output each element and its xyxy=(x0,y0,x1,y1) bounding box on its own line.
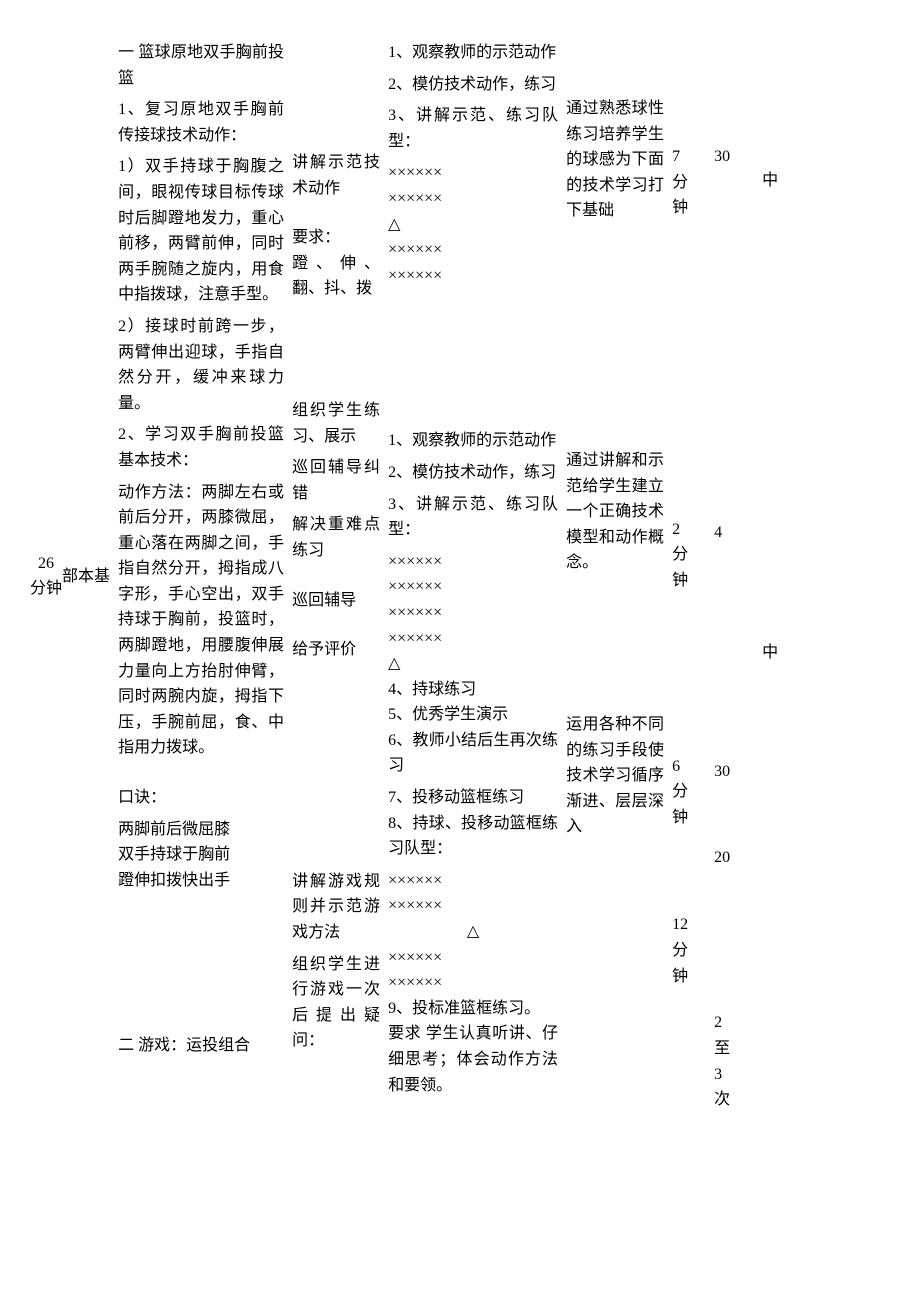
formation-row: ×××××× xyxy=(388,160,558,186)
teacher-6: 解决重难点练习 xyxy=(292,512,380,563)
formation-row: ×××××× xyxy=(388,893,558,919)
teacher-10: 组织学生进行游戏一次后提出疑问： xyxy=(292,952,380,1054)
level-column: 中 中 xyxy=(762,40,792,1113)
formation-triangle: △ xyxy=(388,212,558,238)
time-1: 7 分 钟 xyxy=(672,144,706,221)
formation-triangle: △ xyxy=(388,651,558,677)
count-1: 30 xyxy=(714,144,754,170)
student-12: 9、投标准篮框练习。 xyxy=(388,996,558,1022)
section-column: 基 本 部 26 分钟 xyxy=(30,40,110,1113)
student-1: 1、观察教师的示范动作 xyxy=(388,40,558,66)
formation-row: ×××××× xyxy=(388,263,558,289)
teacher-4: 组织学生练习、展示 xyxy=(292,398,380,449)
content-review-1a: 1）双手持球于胸腹之间，眼视传球目标传球时后脚蹬地发力，重心前移，两臂前伸，同时… xyxy=(118,154,284,308)
content-koujue-1: 两脚前后微屈膝 xyxy=(118,817,284,843)
formation-row: ×××××× xyxy=(388,237,558,263)
student-13: 要求 学生认真听讲、仔细思考；体会动作方法和要领。 xyxy=(388,1021,558,1098)
time-4: 12 分 钟 xyxy=(672,912,706,989)
content-learn-head: 2、学习双手胸前投篮基本技术： xyxy=(118,422,284,473)
content-koujue-head: 口诀： xyxy=(118,785,284,811)
time-column: 7 分 钟 2 分 钟 6 分 钟 12 分 钟 xyxy=(672,40,706,1113)
count-2: 4 xyxy=(714,520,754,546)
section-label-3: 部 xyxy=(62,564,78,590)
formation-row: ×××××× xyxy=(388,600,558,626)
formation-row: ×××××× xyxy=(388,626,558,652)
student-4: 1、观察教师的示范动作 xyxy=(388,428,558,454)
section-label-1: 基 xyxy=(94,564,110,590)
time-3: 6 分 钟 xyxy=(672,754,706,831)
content-title-1: 一 篮球原地双手胸前投篮 xyxy=(118,40,284,91)
count-5: 2 至 3 次 xyxy=(714,1010,754,1112)
student-8: 5、优秀学生演示 xyxy=(388,702,558,728)
level-2: 中 xyxy=(762,640,792,666)
purpose-2: 通过讲解和示范给学生建立一个正确技术模型和动作概念。 xyxy=(566,448,664,576)
student-10: 7、投移动篮框练习 xyxy=(388,785,558,811)
count-4: 20 xyxy=(714,845,754,871)
formation-row: ×××××× xyxy=(388,945,558,971)
formation-row: ×××××× xyxy=(388,186,558,212)
student-6: 3、讲解示范、练习队型： xyxy=(388,492,558,543)
teacher-7: 巡回辅导 xyxy=(292,588,380,614)
formation-row: ×××××× xyxy=(388,868,558,894)
content-review-1b: 2）接球时前跨一步，两臂伸出迎球，手指自然分开，缓冲来球力量。 xyxy=(118,314,284,416)
content-review-head: 1、复习原地双手胸前传接球技术动作： xyxy=(118,97,284,148)
teacher-3: 蹬、伸、翻、抖、拨 xyxy=(292,251,380,302)
content-koujue-3: 蹬伸扣拨快出手 xyxy=(118,868,284,894)
content-learn-method: 动作方法：两脚左右或前后分开，两膝微屈，重心落在两脚之间，手指自然分开，拇指成八… xyxy=(118,480,284,762)
student-9: 6、教师小结后生再次练习 xyxy=(388,728,558,779)
teacher-column: 讲解示范技术动作 要求： 蹬、伸、翻、抖、拨 组织学生练习、展示 巡回辅导纠错 … xyxy=(292,40,380,1113)
formation-row: ×××××× xyxy=(388,549,558,575)
count-column: 30 4 30 20 2 至 3 次 xyxy=(714,40,754,1113)
content-column: 一 篮球原地双手胸前投篮 1、复习原地双手胸前传接球技术动作： 1）双手持球于胸… xyxy=(118,40,284,1113)
content-title-2: 二 游戏：运投组合 xyxy=(118,1033,284,1059)
time-2: 2 分 钟 xyxy=(672,517,706,594)
student-3: 3、讲解示范、练习队型： xyxy=(388,103,558,154)
teacher-2: 要求： xyxy=(292,225,380,251)
student-column: 1、观察教师的示范动作 2、模仿技术动作，练习 3、讲解示范、练习队型： ×××… xyxy=(388,40,558,1113)
student-2: 2、模仿技术动作，练习 xyxy=(388,72,558,98)
formation-row: ×××××× xyxy=(388,574,558,600)
lesson-plan-page: 基 本 部 26 分钟 一 篮球原地双手胸前投篮 1、复习原地双手胸前传接球技术… xyxy=(30,40,890,1113)
section-duration: 26 分钟 xyxy=(30,551,62,602)
student-5: 2、模仿技术动作，练习 xyxy=(388,460,558,486)
purpose-1: 通过熟悉球性练习培养学生的球感为下面的技术学习打下基础 xyxy=(566,96,664,224)
teacher-1: 讲解示范技术动作 xyxy=(292,150,380,201)
teacher-9: 讲解游戏规则并示范游戏方法 xyxy=(292,869,380,946)
teacher-5: 巡回辅导纠错 xyxy=(292,455,380,506)
formation-triangle: △ xyxy=(388,919,558,945)
student-11: 8、持球、投移动篮框练习队型： xyxy=(388,811,558,862)
teacher-8: 给予评价 xyxy=(292,637,380,663)
student-7: 4、持球练习 xyxy=(388,677,558,703)
purpose-3: 运用各种不同的练习手段使技术学习循序渐进、层层深入 xyxy=(566,712,664,840)
count-3: 30 xyxy=(714,759,754,785)
section-label-2: 本 xyxy=(78,564,94,590)
purpose-column: 通过熟悉球性练习培养学生的球感为下面的技术学习打下基础 通过讲解和示范给学生建立… xyxy=(566,40,664,1113)
content-koujue-2: 双手持球于胸前 xyxy=(118,842,284,868)
level-1: 中 xyxy=(762,168,792,194)
formation-row: ×××××× xyxy=(388,970,558,996)
